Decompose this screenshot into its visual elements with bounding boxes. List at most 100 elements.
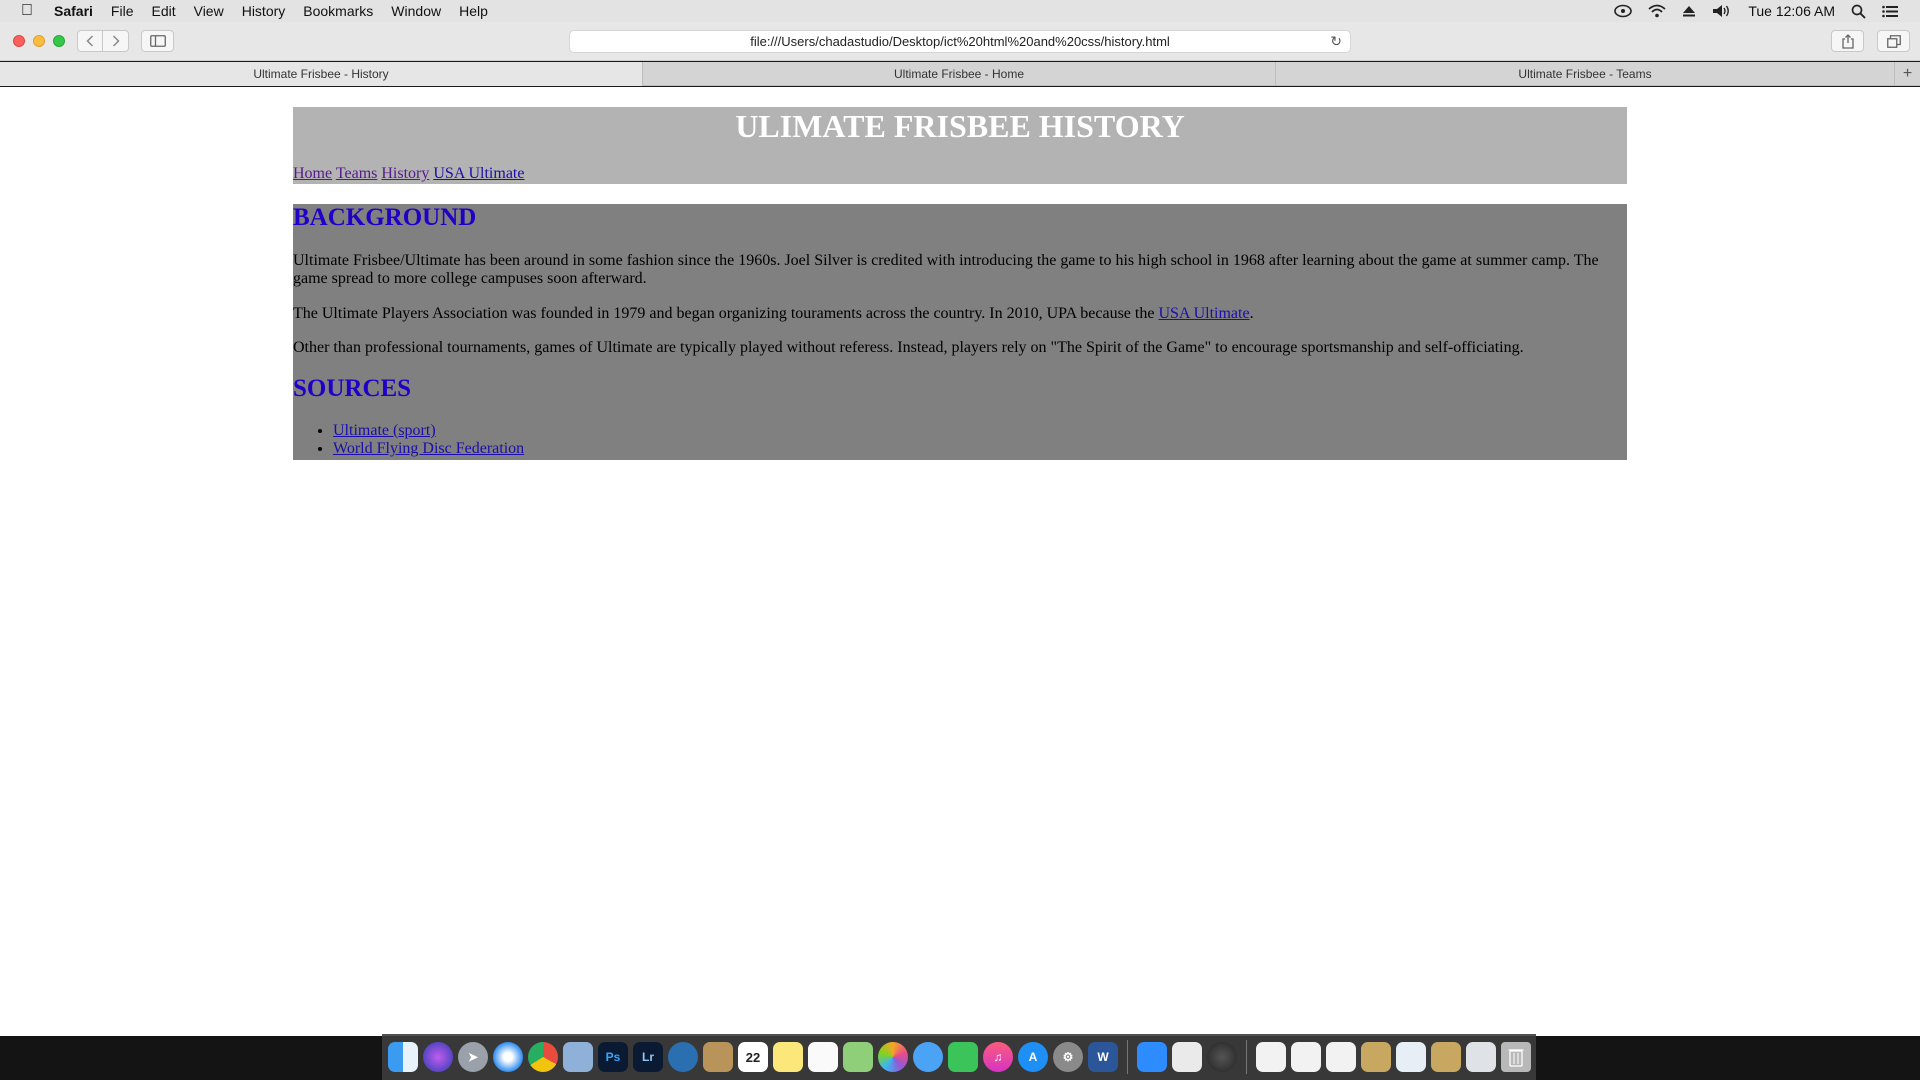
screenshot-icon[interactable] [668, 1042, 698, 1072]
source-link-ultimate-sport[interactable]: Ultimate (sport) [333, 422, 436, 439]
menu-edit[interactable]: Edit [142, 3, 184, 19]
page-viewport: ULIMATE FRISBEE HISTORY Home Teams Histo… [0, 87, 1920, 1036]
photos-icon[interactable] [878, 1042, 908, 1072]
siri-icon[interactable] [423, 1042, 453, 1072]
nav-link-usa-ultimate[interactable]: USA Ultimate [433, 165, 524, 182]
facetime-icon[interactable] [948, 1042, 978, 1072]
background-heading: BACKGROUND [293, 204, 477, 231]
safari-icon[interactable] [493, 1042, 523, 1072]
page-title: ULIMATE FRISBEE HISTORY [735, 108, 1185, 144]
image-icon[interactable] [1396, 1042, 1426, 1072]
usa-ultimate-link[interactable]: USA Ultimate [1158, 305, 1249, 322]
preview-icon[interactable] [563, 1042, 593, 1072]
spotlight-search-icon[interactable] [1843, 4, 1874, 19]
reminders-icon[interactable] [808, 1042, 838, 1072]
site-nav: Home Teams History USA Ultimate [293, 165, 524, 183]
menu-file[interactable]: File [102, 3, 143, 19]
menu-help[interactable]: Help [450, 3, 497, 19]
finder-icon[interactable] [388, 1042, 418, 1072]
content-section: BACKGROUND Ultimate Frisbee/Ultimate has… [293, 204, 1627, 460]
app-store-icon[interactable]: A [1018, 1042, 1048, 1072]
notebook-icon[interactable] [703, 1042, 733, 1072]
dock: ➤ Ps Lr 22 ♫ A ⚙ W [382, 1034, 1536, 1080]
maps-icon[interactable] [843, 1042, 873, 1072]
sources-heading: SOURCES [293, 375, 412, 402]
quicktime-icon[interactable] [1207, 1042, 1237, 1072]
file-icon[interactable] [1256, 1042, 1286, 1072]
menu-view[interactable]: View [185, 3, 233, 19]
tab-overview-button[interactable] [1877, 30, 1910, 52]
share-button[interactable] [1831, 30, 1864, 52]
textedit-icon[interactable] [1172, 1042, 1202, 1072]
sources-list: Ultimate (sport) World Flying Disc Feder… [293, 422, 524, 458]
apple-menu-icon[interactable]:  [0, 2, 54, 20]
wifi-icon[interactable] [1640, 4, 1674, 18]
chevron-left-icon [86, 35, 94, 47]
system-preferences-icon[interactable]: ⚙ [1053, 1042, 1083, 1072]
background-paragraph-2: The Ultimate Players Association was fou… [293, 305, 1627, 323]
zoom-icon[interactable] [1137, 1042, 1167, 1072]
menu-window[interactable]: Window [382, 3, 450, 19]
background-paragraph-3: Other than professional tournaments, gam… [293, 339, 1524, 356]
photoshop-icon[interactable]: Ps [598, 1042, 628, 1072]
nav-link-history[interactable]: History [381, 165, 429, 182]
browser-toolbar: file:///Users/chadastudio/Desktop/ict%20… [0, 22, 1920, 61]
nav-link-teams[interactable]: Teams [336, 165, 378, 182]
url-text: file:///Users/chadastudio/Desktop/ict%20… [750, 34, 1170, 49]
image-icon[interactable] [1431, 1042, 1461, 1072]
menu-history[interactable]: History [233, 3, 295, 19]
paragraph-text: The Ultimate Players Association was fou… [293, 305, 1159, 322]
volume-icon[interactable] [1704, 4, 1740, 18]
nav-link-home[interactable]: Home [293, 165, 332, 182]
eject-icon[interactable] [1674, 4, 1704, 18]
notification-center-icon[interactable] [1874, 5, 1906, 18]
tabs-icon [1886, 34, 1901, 48]
maximize-window-button[interactable] [53, 35, 65, 47]
menu-bar:  Safari File Edit View History Bookmark… [0, 0, 1920, 22]
word-icon[interactable]: W [1088, 1042, 1118, 1072]
status-area: Tue 12:06 AM [1606, 3, 1920, 19]
tab-title: Ultimate Frisbee - History [253, 67, 389, 81]
tab-home[interactable]: Ultimate Frisbee - Home [643, 62, 1276, 86]
creative-cloud-icon[interactable] [1606, 4, 1640, 18]
file-icon[interactable] [1291, 1042, 1321, 1072]
page-header: ULIMATE FRISBEE HISTORY Home Teams Histo… [293, 107, 1627, 184]
image-icon[interactable] [1361, 1042, 1391, 1072]
page-container: ULIMATE FRISBEE HISTORY Home Teams Histo… [293, 107, 1627, 460]
launchpad-icon[interactable]: ➤ [458, 1042, 488, 1072]
forward-button[interactable] [103, 30, 129, 52]
tab-history[interactable]: Ultimate Frisbee - History [0, 62, 643, 86]
tab-bar: Ultimate Frisbee - History Ultimate Fris… [0, 62, 1920, 86]
sidebar-toggle-button[interactable] [141, 30, 174, 52]
trash-icon[interactable] [1501, 1042, 1531, 1072]
calendar-icon[interactable]: 22 [738, 1042, 768, 1072]
itunes-icon[interactable]: ♫ [983, 1042, 1013, 1072]
tab-title: Ultimate Frisbee - Teams [1518, 67, 1652, 81]
sidebar-icon [149, 35, 166, 47]
list-item: World Flying Disc Federation [333, 440, 524, 458]
clock[interactable]: Tue 12:06 AM [1740, 3, 1843, 19]
minimize-window-button[interactable] [33, 35, 45, 47]
menu-bookmarks[interactable]: Bookmarks [294, 3, 382, 19]
source-link-wfdf[interactable]: World Flying Disc Federation [333, 440, 524, 457]
lightroom-icon[interactable]: Lr [633, 1042, 663, 1072]
dock-separator [1246, 1040, 1247, 1074]
share-icon [1841, 33, 1854, 49]
tab-title: Ultimate Frisbee - Home [893, 67, 1025, 81]
chevron-right-icon [112, 35, 120, 47]
reload-icon[interactable]: ↻ [1330, 33, 1342, 50]
image-icon[interactable] [1466, 1042, 1496, 1072]
plus-icon: + [1902, 65, 1913, 82]
back-button[interactable] [77, 30, 103, 52]
close-window-button[interactable] [13, 35, 25, 47]
new-tab-button[interactable]: + [1895, 62, 1920, 86]
chrome-icon[interactable] [528, 1042, 558, 1072]
menu-app-name[interactable]: Safari [54, 3, 102, 19]
list-item: Ultimate (sport) [333, 422, 524, 440]
file-icon[interactable] [1326, 1042, 1356, 1072]
tab-teams[interactable]: Ultimate Frisbee - Teams [1276, 62, 1895, 86]
notes-icon[interactable] [773, 1042, 803, 1072]
paragraph-text: . [1249, 305, 1254, 322]
messages-icon[interactable] [913, 1042, 943, 1072]
address-bar[interactable]: file:///Users/chadastudio/Desktop/ict%20… [569, 30, 1351, 53]
